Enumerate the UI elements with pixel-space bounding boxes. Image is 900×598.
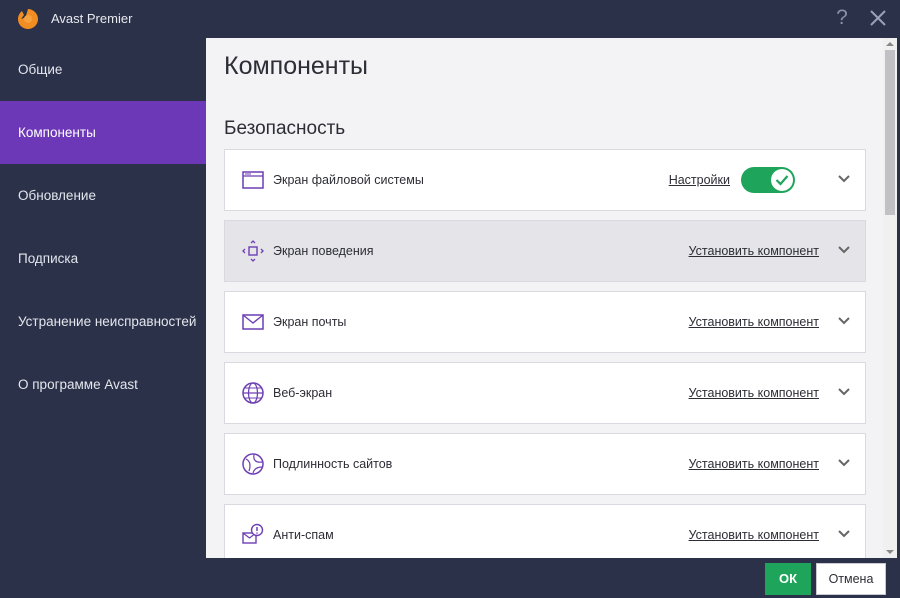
sidebar-item-troubleshooting[interactable]: Устранение неисправностей bbox=[0, 290, 206, 353]
avast-logo-icon bbox=[18, 9, 38, 29]
help-button[interactable]: ? bbox=[832, 6, 852, 30]
anti-spam-icon bbox=[242, 523, 264, 544]
component-name: Экран файловой системы bbox=[273, 173, 424, 187]
component-name: Веб-экран bbox=[273, 386, 333, 400]
chevron-down-icon[interactable] bbox=[837, 458, 851, 468]
file-system-shield-toggle[interactable] bbox=[741, 167, 795, 193]
install-component-link[interactable]: Установить компонент bbox=[689, 363, 819, 423]
component-file-system-shield[interactable]: Экран файловой системы Настройки bbox=[224, 149, 866, 211]
sidebar: Общие Компоненты Обновление Подписка Уст… bbox=[0, 38, 206, 558]
component-name: Анти-спам bbox=[273, 528, 334, 542]
sidebar-item-about[interactable]: О программе Avast bbox=[0, 353, 206, 416]
chevron-down-icon[interactable] bbox=[837, 387, 851, 397]
scroll-down-arrow-icon[interactable] bbox=[883, 546, 897, 558]
sidebar-item-general[interactable]: Общие bbox=[0, 38, 206, 101]
install-component-link[interactable]: Установить компонент bbox=[689, 292, 819, 352]
component-name: Подлинность сайтов bbox=[273, 457, 393, 471]
sidebar-item-subscription[interactable]: Подписка bbox=[0, 227, 206, 290]
component-name: Экран почты bbox=[273, 315, 347, 329]
component-mail-shield[interactable]: Экран почты Установить компонент bbox=[224, 291, 866, 353]
install-component-link[interactable]: Установить компонент bbox=[689, 505, 819, 558]
section-title: Безопасность bbox=[224, 118, 346, 139]
component-web-shield[interactable]: Веб-экран Установить компонент bbox=[224, 362, 866, 424]
toggle-knob bbox=[771, 169, 793, 191]
install-component-link[interactable]: Установить компонент bbox=[689, 221, 819, 281]
component-real-site[interactable]: Подлинность сайтов Установить компонент bbox=[224, 433, 866, 495]
cancel-button[interactable]: Отмена bbox=[816, 563, 886, 595]
site-authenticity-icon bbox=[242, 453, 264, 475]
title-bar: Avast Premier ? bbox=[0, 0, 900, 38]
main-content: Компоненты Безопасность Экран файловой с… bbox=[206, 38, 883, 558]
behavior-icon bbox=[242, 240, 264, 262]
sidebar-item-update[interactable]: Обновление bbox=[0, 164, 206, 227]
component-behavior-shield[interactable]: Экран поведения Установить компонент bbox=[224, 220, 866, 282]
globe-icon bbox=[242, 382, 264, 404]
chevron-down-icon[interactable] bbox=[837, 316, 851, 326]
page-title: Компоненты bbox=[224, 52, 369, 80]
chevron-down-icon[interactable] bbox=[837, 245, 851, 255]
install-component-link[interactable]: Установить компонент bbox=[689, 434, 819, 494]
chevron-down-icon[interactable] bbox=[837, 174, 851, 184]
component-anti-spam[interactable]: Анти-спам Установить компонент bbox=[224, 504, 866, 558]
scrollbar-thumb[interactable] bbox=[885, 50, 895, 215]
close-icon[interactable] bbox=[868, 8, 888, 28]
chevron-down-icon[interactable] bbox=[837, 529, 851, 539]
component-name: Экран поведения bbox=[273, 244, 374, 258]
settings-link[interactable]: Настройки bbox=[669, 150, 730, 210]
scrollbar[interactable] bbox=[883, 38, 897, 558]
app-title: Avast Premier bbox=[51, 11, 133, 26]
ok-button[interactable]: ОК bbox=[765, 563, 811, 595]
file-system-icon bbox=[242, 171, 264, 189]
mail-icon bbox=[242, 314, 264, 330]
sidebar-item-components[interactable]: Компоненты bbox=[0, 101, 206, 164]
scroll-up-arrow-icon[interactable] bbox=[883, 38, 897, 50]
checkmark-icon bbox=[775, 175, 789, 186]
